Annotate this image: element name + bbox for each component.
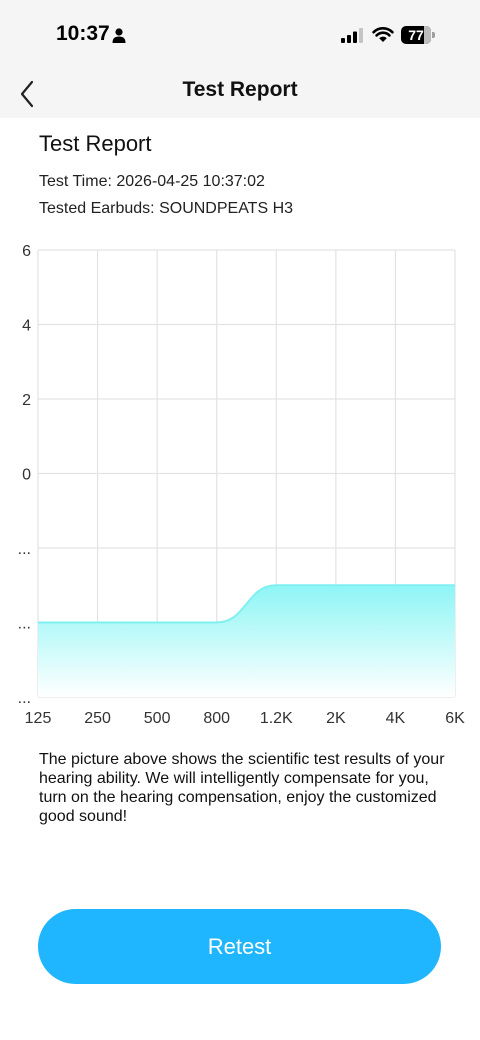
y-tick-label: ...	[18, 616, 31, 633]
y-tick-label: 0	[22, 467, 31, 484]
report-title: Test Report	[39, 131, 152, 156]
person-icon	[112, 28, 126, 43]
x-tick-label: 4K	[386, 710, 406, 727]
hearing-curve-area	[38, 585, 455, 697]
navigation-bar: Test Report	[0, 70, 480, 118]
y-tick-label: 6	[22, 243, 31, 260]
status-bar: 10:37 77	[0, 0, 480, 70]
x-tick-label: 800	[203, 710, 230, 727]
x-tick-label: 500	[144, 710, 171, 727]
tested-earbuds: Tested Earbuds: SOUNDPEATS H3	[39, 200, 294, 217]
test-time: Test Time: 2026-04-25 10:37:02	[39, 173, 265, 190]
wifi-icon	[372, 27, 394, 42]
x-tick-label: 1.2K	[260, 710, 293, 727]
result-description: The picture above shows the scientific t…	[39, 751, 445, 825]
cellular-signal-icon	[341, 28, 363, 43]
y-tick-label: 2	[22, 392, 31, 409]
battery-icon: 77	[401, 26, 435, 44]
y-tick-label: ...	[18, 541, 31, 558]
retest-button[interactable]: Retest	[38, 909, 441, 984]
chevron-left-icon	[20, 80, 34, 108]
y-tick-label: ...	[18, 690, 31, 707]
y-tick-label: 4	[22, 318, 31, 335]
x-tick-label: 250	[84, 710, 111, 727]
x-tick-label: 6K	[445, 710, 465, 727]
x-tick-label: 125	[25, 710, 52, 727]
back-button[interactable]	[10, 74, 50, 114]
battery-level: 77	[408, 27, 424, 43]
x-tick-label: 2K	[326, 710, 346, 727]
page-title: Test Report	[182, 78, 298, 101]
status-time: 10:37	[56, 22, 110, 45]
hearing-test-chart: 6 4 2 0......... 125 250 500 800 1.2K 2K 4K 6K	[0, 235, 480, 730]
hearing-test-chart-svg: 6 4 2 0......... 125 250 500 800 1.2K 2K 4K 6K	[18, 243, 465, 727]
